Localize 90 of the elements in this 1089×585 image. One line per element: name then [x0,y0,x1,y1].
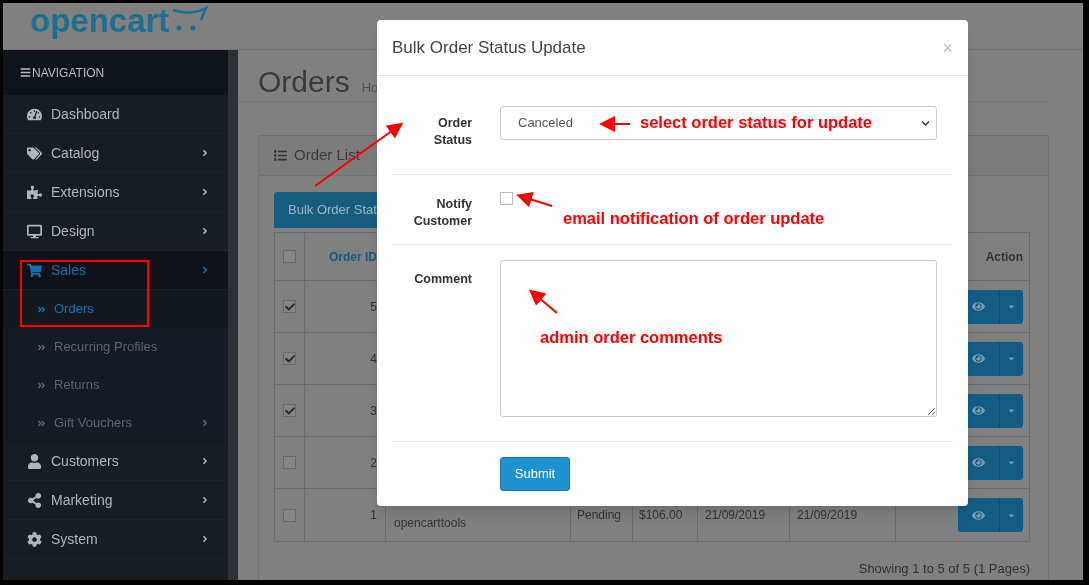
caret-icon [1007,302,1016,311]
annotation-text: email notification of order update [563,208,825,229]
chevron-icon [200,265,210,275]
chevron-icon [200,418,210,428]
column-header: Action [985,248,1023,266]
sidebar-label: Marketing [51,490,114,510]
checkbox[interactable] [283,250,296,263]
cart-swoosh-icon [171,6,210,32]
sidebar-label: Extensions [51,182,121,202]
table-cell-text: 21/09/2019 [797,507,858,524]
sidebar-label: Dashboard [51,104,121,124]
chevron-icon [200,456,210,466]
table-cell-text: 4 [370,350,377,368]
page-title: Orders [258,67,350,97]
sidebar-label: Catalog [51,143,101,163]
table-cell-text: 3 [370,402,377,420]
table-cell-text: 21/09/2019 [705,507,766,524]
dashboard-icon [27,106,42,122]
table-cell-text: $106.00 [639,507,683,524]
eye-icon [972,456,985,469]
pagination-text: Showing 1 to 5 of 5 (1 Pages) [858,560,1030,578]
field-label: Comment [413,271,472,288]
comment-field[interactable] [500,260,937,417]
chevron-icon [200,495,210,505]
submenu-label: Returns [54,376,101,395]
chevron-icon [200,148,210,158]
checkbox[interactable] [283,456,296,469]
caret-icon [1007,406,1016,415]
dropdown-toggle[interactable] [1000,341,1023,376]
puzzle-icon [27,184,42,200]
chevron-icon [200,187,210,197]
eye-icon [972,508,985,522]
cart-icon [27,262,42,278]
arrow [528,289,558,314]
sidebar-item[interactable]: System [3,520,228,559]
field-label: Notify Customer [412,196,472,230]
dropdown-toggle[interactable] [1000,393,1023,428]
sidebar-label: Sales [51,260,88,280]
submenu-label: Recurring Profiles [54,338,159,357]
double-chevron-icon [37,304,46,314]
sidebar-item[interactable]: Customers [3,442,228,481]
double-chevron-icon [37,342,46,352]
double-chevron-icon [37,380,46,390]
menu-icon[interactable] [20,67,31,78]
checkbox[interactable] [283,508,296,522]
tags-icon [27,145,42,161]
submenu-label: Orders [54,300,95,319]
sidebar-item[interactable]: Sales [3,251,228,290]
checkbox[interactable] [283,300,296,313]
submit-button[interactable]: Submit [500,457,570,491]
dropdown-toggle[interactable] [1000,445,1023,480]
view-button[interactable] [958,498,1000,532]
column-header-link[interactable]: Order ID [329,247,377,266]
user-icon [27,453,42,469]
arrow [516,191,553,208]
submenu-item[interactable]: Orders [3,290,228,328]
field-label: Order Status [432,115,472,149]
checkbox[interactable] [283,404,296,417]
table-cell-text: opencarttools [394,515,467,532]
eye-icon [972,404,985,417]
caret-icon [1007,354,1016,363]
monitor-icon [27,223,42,239]
annotation-text: select order status for update [640,112,872,133]
submenu-label: Gift Vouchers [54,414,134,433]
table-cell-text: Pending [577,507,622,524]
dropdown-toggle[interactable] [1000,289,1023,324]
table-cell-text: 5 [370,298,377,316]
arrow [599,116,631,132]
annotation-text: admin order comments [540,327,723,348]
eye-icon [972,300,985,313]
checkbox[interactable] [500,192,513,205]
checkbox[interactable] [283,352,296,365]
dropdown-toggle[interactable] [1000,498,1023,532]
sidebar-label: Customers [51,451,120,471]
modal-title: Bulk Order Status Update [392,36,586,59]
settings-icon [27,531,42,547]
double-chevron-icon [37,418,46,428]
caret-icon [1007,458,1016,467]
chevron-down-icon [921,118,930,128]
sidebar-label: System [51,529,99,549]
table-cell-text: 2 [370,454,377,472]
eye-icon [972,352,985,365]
nav-title: NAVIGATION [32,64,105,82]
list-icon [274,149,287,162]
close-button[interactable]: × [942,38,953,57]
table-cell-text: 1 [370,507,377,524]
chevron-icon [200,534,210,544]
chevron-icon [200,226,210,236]
share-icon [27,492,42,508]
sidebar-label: Design [51,221,96,241]
